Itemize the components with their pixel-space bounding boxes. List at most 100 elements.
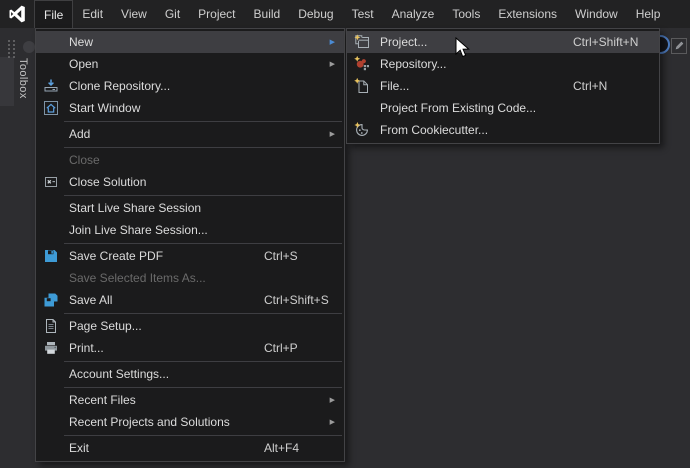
menu-item-exit[interactable]: ExitAlt+F4 [36,437,344,459]
menu-item-start-window[interactable]: Start Window [36,97,344,119]
menu-item-label: Recent Projects and Solutions [69,415,230,429]
menu-item-clone-repository[interactable]: Clone Repository... [36,75,344,97]
empty-icon-slot [42,56,60,72]
clone-repository-icon [42,78,60,94]
menu-item-start-live-share-session[interactable]: Start Live Share Session [36,197,344,219]
new-file-icon [353,78,371,94]
file-menu: New ▶ Open ▶ Clone Repository... Start Window… [35,28,345,462]
new-project-icon [353,34,371,50]
empty-icon-slot [42,440,60,456]
menubar-edit[interactable]: Edit [73,0,112,28]
empty-icon-slot [42,222,60,238]
menu-item-label: Print... [69,341,104,355]
pencil-icon [674,39,685,54]
menu-item-label: Close Solution [69,175,146,189]
toolbox-tab[interactable]: Toolbox [13,58,29,108]
menu-item-new[interactable]: New ▶ [36,31,344,53]
menubar-items: FileEditViewGitProjectBuildDebugTestAnal… [34,0,669,28]
menu-item-add[interactable]: Add ▶ [36,123,344,145]
print-icon [42,340,60,356]
menu-separator [64,387,342,388]
menu-item-open[interactable]: Open ▶ [36,53,344,75]
menu-item-label: Open [69,57,98,71]
toolbox-tab-indicator [0,57,14,106]
menu-item-shortcut: Ctrl+P [264,341,298,355]
save-icon [42,248,60,264]
menu-item-close[interactable]: Close [36,149,344,171]
menu-item-label: Add [69,127,90,141]
page-setup-icon [42,318,60,334]
start-window-icon [42,100,60,116]
menu-item-account-settings[interactable]: Account Settings... [36,363,344,385]
menubar-file[interactable]: File [34,0,73,28]
menu-item-label: Save Create PDF [69,249,163,263]
left-dock: Toolbox [0,28,30,468]
menu-item-save-all[interactable]: Save AllCtrl+Shift+S [36,289,344,311]
submenu-arrow-icon: ▶ [330,397,335,404]
menu-separator [64,435,342,436]
menu-item-join-live-share-session[interactable]: Join Live Share Session... [36,219,344,241]
menu-separator [64,361,342,362]
menu-item-label: Repository... [380,57,446,71]
menu-item-label: Clone Repository... [69,79,170,93]
empty-icon-slot [42,34,60,50]
menu-item-recent-projects-and-solutions[interactable]: Recent Projects and Solutions ▶ [36,411,344,433]
submenu-arrow-icon: ▶ [330,39,335,46]
menu-item-shortcut: Ctrl+Shift+N [573,35,638,49]
menu-item-label: Project From Existing Code... [380,101,536,115]
menubar-test[interactable]: Test [343,0,383,28]
menu-item-label: Page Setup... [69,319,142,333]
submenu-arrow-icon: ▶ [330,61,335,68]
menu-item-save-create-pdf[interactable]: Save Create PDF Ctrl+S [36,245,344,267]
visual-studio-logo-icon [0,0,34,28]
menu-item-shortcut: Alt+F4 [264,441,299,455]
menu-item-label: Close [69,153,100,167]
menu-bar: FileEditViewGitProjectBuildDebugTestAnal… [0,0,690,28]
menu-item-file[interactable]: File...Ctrl+N [347,75,659,97]
menu-separator [64,121,342,122]
menu-item-page-setup[interactable]: Page Setup... [36,315,344,337]
submenu-arrow-icon: ▶ [330,419,335,426]
menu-separator [64,147,342,148]
menubar-help[interactable]: Help [627,0,670,28]
menu-item-recent-files[interactable]: Recent Files▶ [36,389,344,411]
menubar-window[interactable]: Window [566,0,627,28]
new-submenu: Project... Ctrl+Shift+N Repository... File.… [346,28,660,144]
menu-item-project[interactable]: Project... Ctrl+Shift+N [347,31,659,53]
menu-separator [64,195,342,196]
menubar-analyze[interactable]: Analyze [383,0,444,28]
menu-item-label: Save All [69,293,112,307]
menu-item-close-solution[interactable]: Close Solution [36,171,344,193]
menubar-build[interactable]: Build [245,0,290,28]
menu-item-shortcut: Ctrl+N [573,79,607,93]
menubar-debug[interactable]: Debug [289,0,342,28]
menubar-project[interactable]: Project [189,0,244,28]
menu-item-print[interactable]: Print... Ctrl+P [36,337,344,359]
menu-item-label: New [69,35,93,49]
menu-item-from-cookiecutter[interactable]: From Cookiecutter... [347,119,659,141]
menu-item-label: Project... [380,35,427,49]
menu-item-project-from-existing-code[interactable]: Project From Existing Code... [347,97,659,119]
submenu-arrow-icon: ▶ [330,131,335,138]
toolbar-icon-partial [23,41,35,53]
cookiecutter-icon [353,122,371,138]
save-all-icon [42,292,60,308]
menu-separator [64,243,342,244]
empty-icon-slot [42,270,60,286]
empty-icon-slot [42,366,60,382]
menubar-tools[interactable]: Tools [443,0,489,28]
empty-icon-slot [353,100,371,116]
empty-icon-slot [42,152,60,168]
empty-icon-slot [42,126,60,142]
menu-item-label: Join Live Share Session... [69,223,208,237]
menubar-view[interactable]: View [112,0,156,28]
menu-separator [64,313,342,314]
menubar-extensions[interactable]: Extensions [489,0,566,28]
menu-item-shortcut: Ctrl+S [264,249,298,263]
menubar-git[interactable]: Git [156,0,189,28]
menu-item-label: Save Selected Items As... [69,271,206,285]
feedback-pencil-button[interactable] [671,38,687,54]
menu-item-repository[interactable]: Repository... [347,53,659,75]
menu-item-label: Start Window [69,101,140,115]
menu-item-save-selected-items-as[interactable]: Save Selected Items As... [36,267,344,289]
